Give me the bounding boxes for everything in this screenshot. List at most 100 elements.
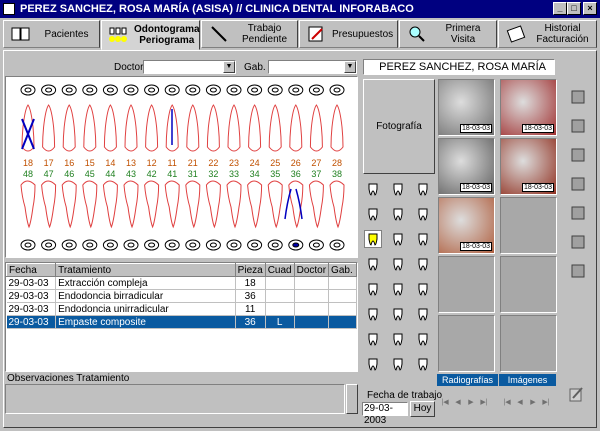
close-button[interactable]: × — [583, 2, 597, 15]
pin-tool-icon[interactable] — [389, 255, 407, 273]
tooth-surface-upper[interactable] — [205, 84, 221, 96]
tab-primera-visita[interactable]: Primera Visita — [399, 20, 497, 48]
tooth-surface-upper[interactable] — [123, 84, 139, 96]
prev-icon[interactable]: ◀ — [515, 397, 525, 409]
table-row[interactable]: 29-03-03 Endodoncia unirradicular 11 — [6, 302, 357, 316]
lower-tooth[interactable] — [164, 180, 180, 229]
tooth-surface-upper[interactable] — [308, 84, 324, 96]
dental-chair-icon[interactable] — [567, 231, 589, 253]
radiation-icon[interactable] — [567, 173, 589, 195]
lower-tooth[interactable] — [41, 180, 57, 229]
radiograph-thumbnail[interactable]: 18-03-03 — [438, 197, 495, 254]
radiografias-button[interactable]: Radiografías — [437, 374, 498, 386]
full-arch-icon[interactable] — [364, 330, 382, 348]
inlay-tool-icon[interactable] — [414, 230, 432, 248]
gab-select[interactable]: ▼ — [268, 60, 357, 74]
prosthesis-icon[interactable] — [414, 305, 432, 323]
tooth-surface-lower[interactable] — [267, 239, 283, 251]
column-header[interactable]: Pieza — [234, 263, 266, 277]
empty-thumbnail[interactable] — [500, 256, 557, 313]
tooth-surface-lower[interactable] — [329, 239, 345, 251]
bridge-tool-icon[interactable] — [414, 180, 432, 198]
upper-tooth[interactable] — [145, 104, 159, 152]
tooth-surface-upper[interactable] — [20, 84, 36, 96]
tooth-surface-upper[interactable] — [267, 84, 283, 96]
lower-tooth[interactable] — [102, 180, 118, 229]
upper-tooth[interactable] — [309, 104, 323, 152]
lower-tooth[interactable] — [267, 180, 283, 229]
tab-historial-facturacion[interactable]: Historial Facturación — [498, 20, 597, 48]
tooth-surface-lower[interactable] — [20, 239, 36, 251]
lower-tooth[interactable] — [288, 180, 304, 229]
upper-tooth[interactable] — [330, 104, 344, 152]
tab-trabajo-pendiente[interactable]: Trabajo Pendiente — [201, 20, 298, 48]
dental-tool-icon[interactable] — [414, 355, 432, 373]
tooth-surface-lower[interactable] — [41, 239, 57, 251]
sealant-tool-icon[interactable] — [414, 255, 432, 273]
tooth-surface-lower[interactable] — [102, 239, 118, 251]
multi-tooth-icon[interactable] — [389, 305, 407, 323]
group-icon[interactable] — [414, 330, 432, 348]
tooth-surface-upper[interactable] — [329, 84, 345, 96]
upper-tooth[interactable] — [248, 104, 262, 152]
teeth-row-icon[interactable] — [567, 202, 589, 224]
table-row[interactable]: 29-03-03 Empaste composite 36 L — [6, 315, 357, 329]
lower-tooth[interactable] — [308, 180, 324, 229]
radiograph-thumbnail[interactable]: 18-03-03 — [438, 79, 495, 136]
tooth-surface-lower[interactable] — [144, 239, 160, 251]
lower-tooth[interactable] — [247, 180, 263, 229]
filling-tool-icon[interactable] — [389, 205, 407, 223]
lower-tooth[interactable] — [205, 180, 221, 229]
tooth-surface-upper[interactable] — [102, 84, 118, 96]
column-header[interactable]: Cuad — [264, 263, 295, 277]
edit-icon[interactable] — [567, 385, 585, 403]
bar-tool-icon[interactable] — [414, 280, 432, 298]
tab-presupuestos[interactable]: Presupuestos — [299, 20, 398, 48]
root-canal-tool-icon[interactable] — [364, 280, 382, 298]
upper-tooth[interactable] — [103, 104, 117, 152]
minimize-button[interactable]: _ — [553, 2, 567, 15]
table-row[interactable]: 29-03-03 Endodoncia birradicular 36 — [6, 289, 357, 303]
tooth-surface-upper[interactable] — [164, 84, 180, 96]
tooth-surface-lower[interactable] — [61, 239, 77, 251]
hoy-button[interactable]: Hoy — [410, 401, 435, 417]
lower-tooth[interactable] — [226, 180, 242, 229]
upper-tooth[interactable] — [206, 104, 220, 152]
last-icon[interactable]: ▶| — [541, 397, 551, 409]
lower-tooth[interactable] — [144, 180, 160, 229]
work-date-field[interactable]: 29-03-2003 — [362, 402, 408, 426]
upper-tooth[interactable] — [227, 104, 241, 152]
last-icon[interactable]: ▶| — [479, 397, 489, 409]
upper-tooth[interactable] — [62, 104, 76, 152]
next-icon[interactable]: ▶ — [466, 397, 476, 409]
upper-tooth[interactable] — [83, 104, 97, 152]
tab-odontograma[interactable]: Odontograma Periograma — [101, 20, 200, 50]
endo-tool-icon[interactable] — [364, 230, 382, 248]
photo-thumbnail[interactable]: 18-03-03 — [500, 138, 557, 195]
upper-tooth[interactable] — [289, 104, 303, 152]
observaciones-field[interactable] — [5, 384, 345, 414]
tooth-surface-upper[interactable] — [185, 84, 201, 96]
tooth-surface-lower[interactable] — [164, 239, 180, 251]
tab-pacientes[interactable]: Pacientes — [3, 20, 100, 48]
lower-tooth[interactable] — [20, 180, 36, 229]
tooth-surface-lower[interactable] — [185, 239, 201, 251]
tooth-surface-lower[interactable] — [205, 239, 221, 251]
doctor-select[interactable]: ▼ — [143, 60, 236, 74]
prev-icon[interactable]: ◀ — [453, 397, 463, 409]
next-icon[interactable]: ▶ — [528, 397, 538, 409]
empty-thumbnail[interactable] — [438, 256, 495, 313]
tooth-surface-lower[interactable] — [123, 239, 139, 251]
trash-icon[interactable] — [567, 115, 589, 137]
lower-tooth[interactable] — [123, 180, 139, 229]
extraction-tool-icon[interactable] — [364, 180, 382, 198]
tooth-surface-upper[interactable] — [82, 84, 98, 96]
observaciones-scrollbar[interactable] — [346, 384, 358, 414]
radiograph-thumbnail[interactable]: 18-03-03 — [438, 138, 495, 195]
empty-thumbnail[interactable] — [500, 197, 557, 254]
fotografia-button[interactable]: Fotografía — [363, 79, 435, 174]
column-header[interactable]: Tratamiento — [55, 263, 236, 277]
column-header[interactable]: Doctor — [293, 263, 330, 277]
empty-thumbnail[interactable] — [500, 315, 557, 372]
tooth-surface-lower[interactable] — [247, 239, 263, 251]
